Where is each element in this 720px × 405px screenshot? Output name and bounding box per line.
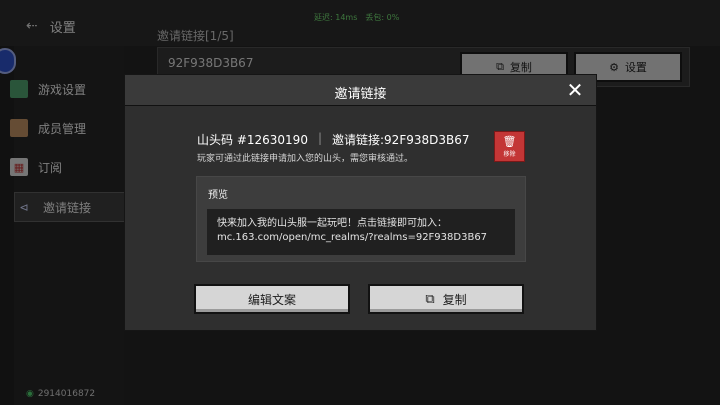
trash-icon: 🗑 (502, 134, 517, 148)
description-text: 玩家可通过此链接申请加入您的山头，需您审核通过。 (197, 154, 414, 164)
remove-label: 移除 (503, 150, 516, 158)
copy-icon: ⧉ (425, 291, 435, 307)
dialog-title: 邀请链接 (334, 87, 387, 102)
realm-info: 山头码 #12630190 | 邀请链接:92F938D3B67 (197, 131, 470, 148)
remove-button[interactable]: 🗑 移除 (494, 131, 525, 162)
invite-link-text: 邀请链接:92F938D3B67 (332, 133, 470, 147)
close-button[interactable]: ✕ (565, 78, 585, 102)
edit-text-label: 编辑文案 (247, 292, 296, 307)
dialog-header: 邀请链接 ✕ (125, 75, 596, 106)
edit-text-button[interactable]: 编辑文案 (194, 284, 350, 314)
copy-button[interactable]: ⧉ 复制 (368, 284, 524, 314)
copy-label: 复制 (442, 292, 467, 307)
invite-link-dialog: 邀请链接 ✕ 山头码 #12630190 | 邀请链接:92F938D3B67 … (124, 74, 597, 331)
divider: | (317, 131, 322, 145)
preview-label: 预览 (208, 190, 228, 201)
realm-code: 山头码 #12630190 (197, 133, 308, 147)
close-icon: ✕ (566, 78, 584, 102)
preview-text: 快来加入我的山头服一起玩吧！点击链接即可加入： mc.163.com/open/… (207, 209, 515, 255)
preview-box: 预览 快来加入我的山头服一起玩吧！点击链接即可加入： mc.163.com/op… (196, 176, 526, 262)
